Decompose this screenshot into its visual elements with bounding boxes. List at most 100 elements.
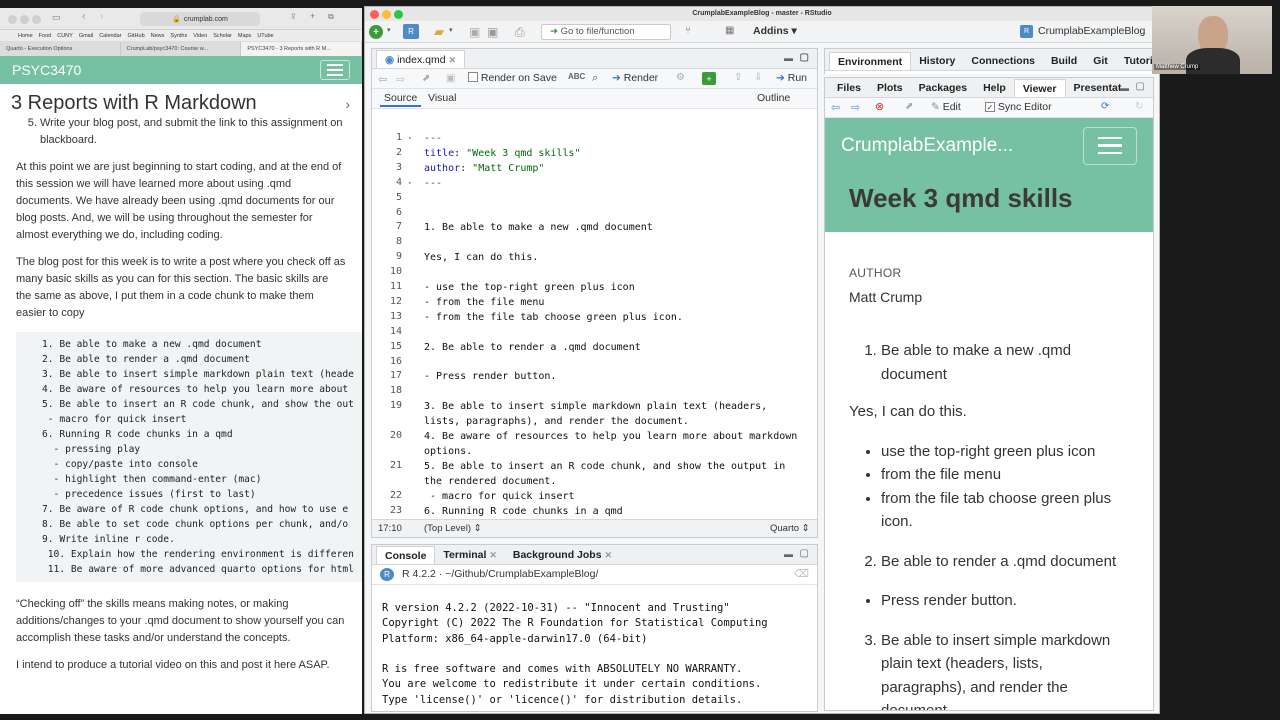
maximize-pane-icon[interactable]: ▢: [800, 548, 809, 559]
new-project-icon[interactable]: R: [403, 24, 419, 39]
viewer-site-title[interactable]: CrumplabExample...: [841, 135, 1013, 157]
menu-icon[interactable]: [1083, 126, 1137, 165]
search-icon[interactable]: ⌕: [592, 72, 598, 85]
chevron-right-icon[interactable]: ›: [345, 96, 350, 112]
back-arrow-icon[interactable]: ⇦: [378, 73, 387, 86]
insert-chunk-icon[interactable]: +: [702, 72, 716, 85]
close-window-button[interactable]: [8, 15, 17, 24]
minimize-pane-icon[interactable]: ▬: [1120, 83, 1129, 93]
git-icon[interactable]: ⑂: [685, 25, 691, 36]
code-line[interactable]: author: "Matt Crump": [424, 162, 544, 177]
close-window-button[interactable]: [370, 10, 379, 19]
chevron-down-icon[interactable]: ▾: [387, 26, 391, 34]
zoom-window-button[interactable]: [32, 15, 41, 24]
chunk-down-icon[interactable]: ⇩: [754, 72, 762, 83]
filetype-menu[interactable]: Quarto ⇕: [770, 523, 810, 534]
code-line[interactable]: 6. Running R code chunks in a qmd: [424, 505, 623, 520]
forward-arrow-icon[interactable]: ⇨: [396, 73, 405, 86]
new-file-plus-icon[interactable]: +: [369, 25, 383, 39]
share-icon[interactable]: ⇪: [290, 12, 297, 21]
code-line[interactable]: 4. Be aware of resources to help you lea…: [424, 430, 797, 460]
render-on-save-checkbox[interactable]: Render on Save: [468, 72, 557, 84]
minimize-pane-icon[interactable]: ▬: [784, 53, 793, 63]
bookmark-item[interactable]: News: [151, 33, 165, 39]
edit-button[interactable]: ✎ Edit: [931, 101, 961, 113]
tab-quarto-options[interactable]: Quarto - Execution Options: [0, 42, 121, 56]
tab-build[interactable]: Build: [1043, 52, 1085, 70]
sync-editor-checkbox[interactable]: ✓ Sync Editor: [985, 101, 1052, 113]
bookmark-item[interactable]: Food: [39, 33, 52, 39]
bookmark-item[interactable]: Synths: [170, 33, 187, 39]
save-icon[interactable]: ▣: [446, 73, 455, 84]
goto-file-input[interactable]: ➜ Go to file/function: [541, 24, 671, 40]
tab-git[interactable]: Git: [1085, 52, 1116, 70]
code-line[interactable]: 2. Be able to render a .qmd document: [424, 341, 641, 356]
show-in-window-icon[interactable]: ⬈: [422, 73, 430, 84]
console-output[interactable]: R version 4.2.2 (2022-10-31) -- "Innocen…: [382, 601, 768, 708]
tab-psyc3470-reports[interactable]: PSYC3470 - 3 Reports with R M...: [241, 42, 362, 56]
bookmark-item[interactable]: CUNY: [57, 33, 73, 39]
code-editor[interactable]: 1▾234▾5678910111213141516171819202122232…: [372, 129, 817, 537]
bookmark-item[interactable]: UTube: [257, 33, 273, 39]
visual-mode-tab[interactable]: Visual: [428, 92, 456, 104]
minimize-window-button[interactable]: [20, 15, 29, 24]
code-line[interactable]: ---: [424, 177, 442, 192]
open-folder-icon[interactable]: ▰: [431, 24, 447, 39]
publish-icon[interactable]: ⟳: [1101, 101, 1109, 112]
layout-grid-icon[interactable]: ▦: [725, 25, 734, 36]
zoom-window-button[interactable]: [394, 10, 403, 19]
render-button[interactable]: ➔ Render: [612, 72, 658, 84]
code-line[interactable]: - Press render button.: [424, 370, 556, 385]
code-line[interactable]: ---: [424, 132, 442, 147]
code-line[interactable]: 1. Be able to make a new .qmd document: [424, 221, 653, 236]
tab-connections[interactable]: Connections: [963, 52, 1043, 70]
menu-icon[interactable]: [320, 60, 350, 80]
refresh-icon[interactable]: ↻: [1135, 101, 1143, 112]
settings-gear-icon[interactable]: ⚙: [676, 72, 685, 83]
close-tab-icon[interactable]: ✕: [448, 55, 456, 65]
code-line[interactable]: Yes, I can do this.: [424, 251, 538, 266]
bookmark-item[interactable]: Calendar: [99, 33, 121, 39]
spellcheck-icon[interactable]: ABC: [568, 72, 585, 81]
save-all-icon[interactable]: ▣: [487, 25, 498, 39]
tab-background-jobs[interactable]: Background Jobs ✕: [505, 546, 620, 564]
code-line[interactable]: 3. Be able to insert simple markdown pla…: [424, 400, 767, 430]
tab-overview-icon[interactable]: ⧉: [328, 12, 334, 22]
tab-files[interactable]: Files: [829, 79, 869, 97]
bookmark-item[interactable]: Home: [18, 33, 33, 39]
sidebar-icon[interactable]: ▭: [52, 12, 61, 23]
tab-terminal[interactable]: Terminal ✕: [435, 546, 504, 564]
clear-console-icon[interactable]: ⌫: [794, 568, 809, 580]
url-bar[interactable]: 🔒 crumplab.com: [140, 12, 260, 26]
code-line[interactable]: title: "Week 3 qmd skills": [424, 147, 581, 162]
run-button[interactable]: ➔ Run: [776, 72, 807, 84]
site-title[interactable]: PSYC3470: [12, 62, 81, 78]
tab-environment[interactable]: Environment: [829, 52, 912, 70]
back-icon[interactable]: ‹: [82, 11, 85, 22]
code-line[interactable]: - from the file menu: [424, 296, 544, 311]
project-menu[interactable]: CrumplabExampleBlog: [1038, 25, 1145, 37]
maximize-pane-icon[interactable]: ▢: [1136, 81, 1145, 92]
addins-menu[interactable]: Addins ▾: [753, 25, 797, 37]
new-tab-icon[interactable]: +: [310, 11, 315, 21]
tab-tutoria[interactable]: Tutoria: [1116, 52, 1153, 70]
save-icon[interactable]: ▣: [469, 25, 480, 39]
tab-github-course[interactable]: CrumpLab/psyc3470: Course w...: [121, 42, 242, 56]
tab-history[interactable]: History: [911, 52, 963, 70]
skills-code-block[interactable]: 1. Be able to make a new .qmd document 2…: [16, 332, 362, 582]
bookmark-item[interactable]: Gmail: [79, 33, 93, 39]
back-arrow-icon[interactable]: ⇦: [831, 101, 840, 114]
bookmark-item[interactable]: Maps: [238, 33, 251, 39]
chunk-up-icon[interactable]: ⇧: [734, 72, 742, 83]
chevron-down-icon[interactable]: ▾: [449, 26, 453, 34]
print-icon[interactable]: ⎙: [515, 25, 525, 40]
code-line[interactable]: - use the top-right green plus icon: [424, 281, 635, 296]
code-line[interactable]: - from the file tab choose green plus ic…: [424, 311, 683, 326]
forward-arrow-icon[interactable]: ⇨: [851, 101, 860, 114]
code-line[interactable]: 5. Be able to insert an R code chunk, an…: [424, 460, 785, 490]
outline-button[interactable]: Outline: [757, 92, 790, 104]
bookmark-item[interactable]: Scholar: [213, 33, 232, 39]
tab-plots[interactable]: Plots: [869, 79, 911, 97]
bookmark-item[interactable]: GitHub: [128, 33, 145, 39]
show-in-window-icon[interactable]: ⬈: [905, 101, 913, 112]
